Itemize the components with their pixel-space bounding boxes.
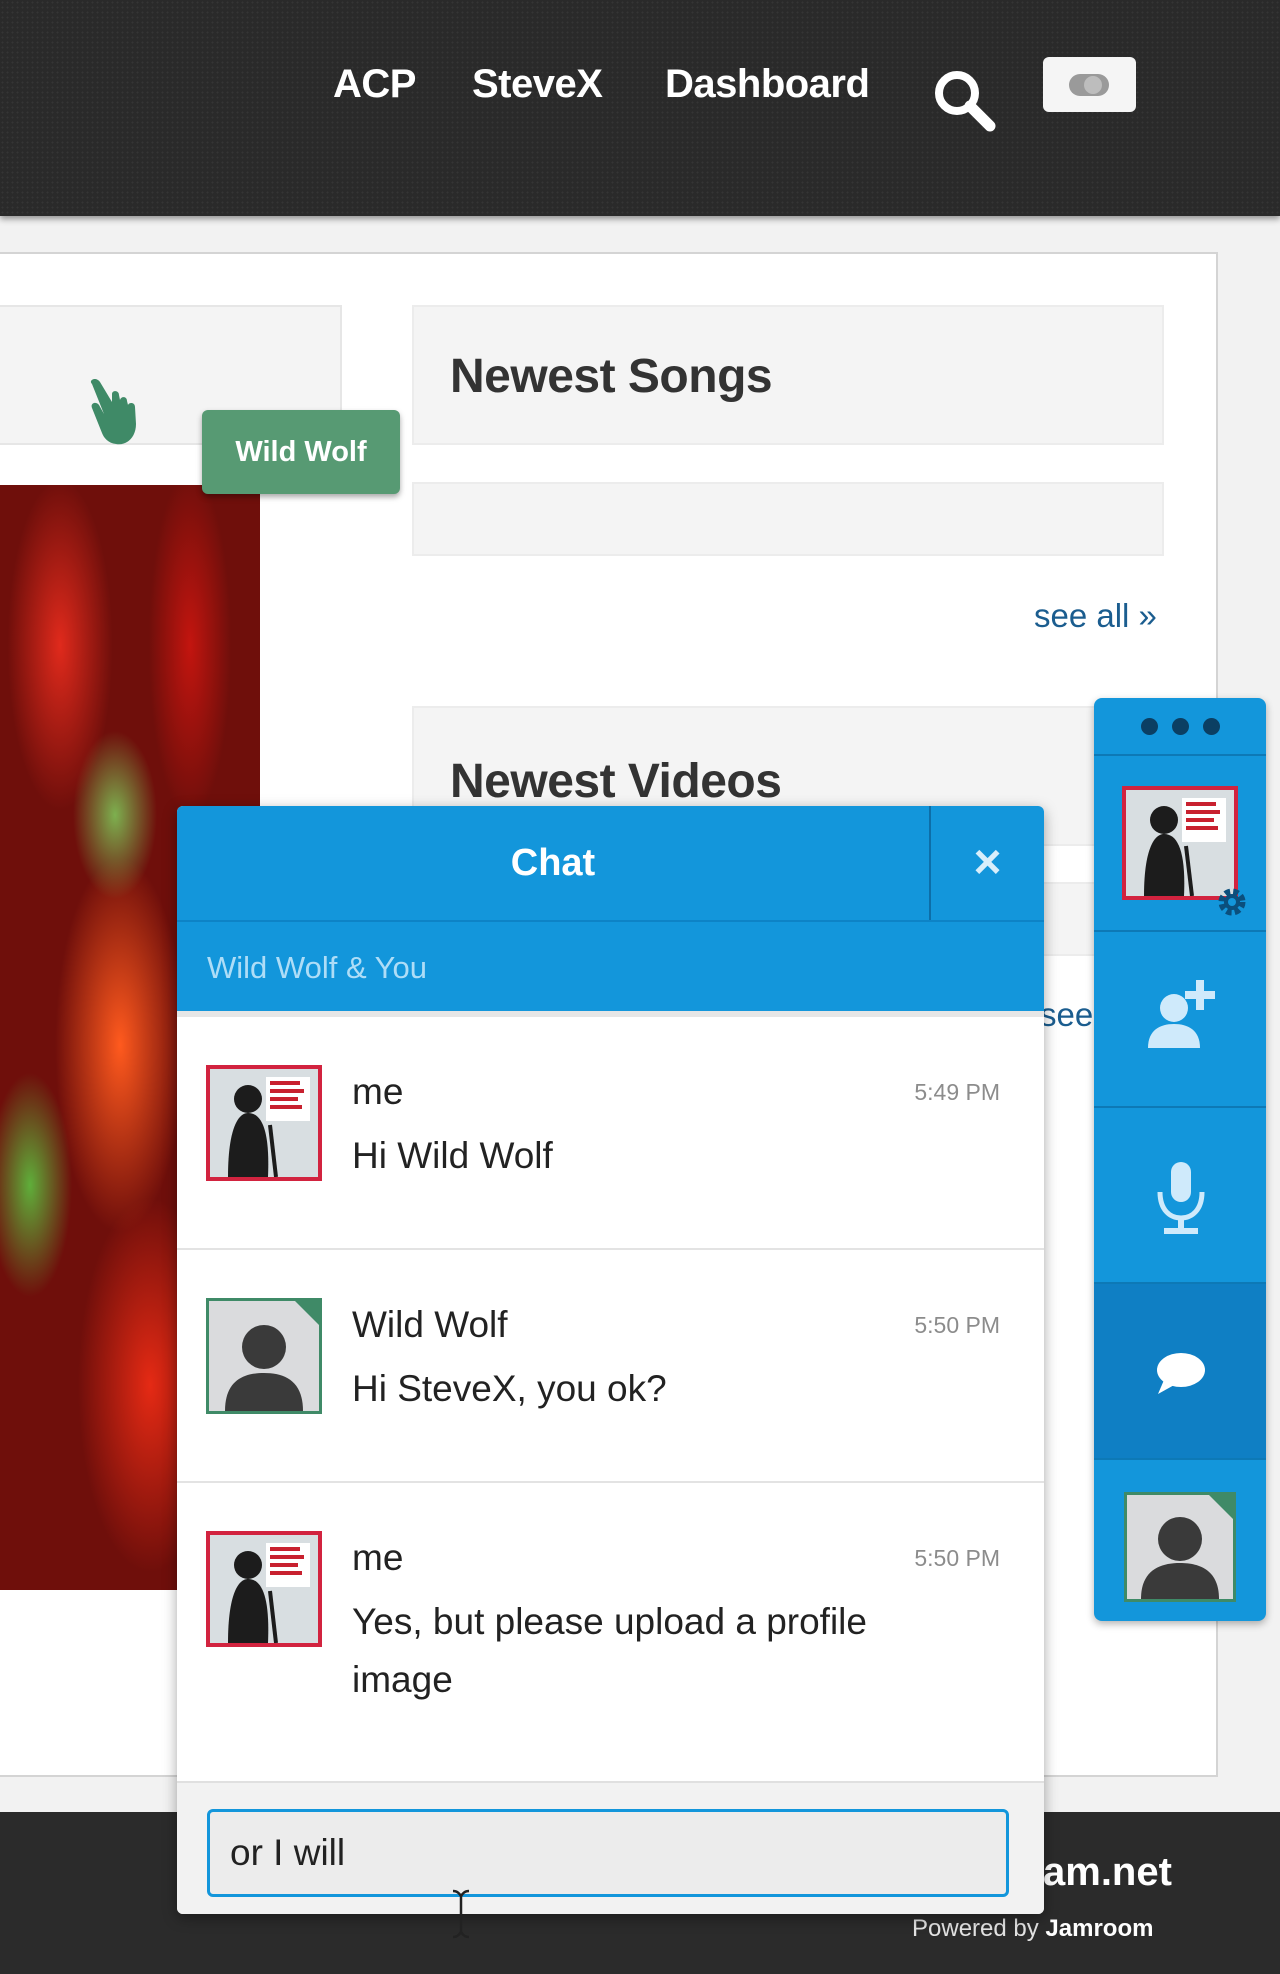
search-icon[interactable]: [930, 66, 1000, 136]
message-sender: me: [352, 1071, 404, 1112]
chat-message: me 5:49 PM Hi Wild Wolf: [177, 1017, 1044, 1250]
chat-message-input[interactable]: [207, 1809, 1009, 1897]
newest-songs-header: Newest Songs: [412, 305, 1164, 445]
microphone-icon[interactable]: [1094, 1108, 1266, 1284]
message-text: Hi Wild Wolf: [352, 1135, 553, 1176]
chat-window: Chat × Wild Wolf & You me 5:49 PM Hi Wil…: [177, 806, 1044, 1914]
newest-songs-list: [412, 482, 1164, 556]
chat-participants: Wild Wolf & You: [177, 920, 1044, 1011]
message-time: 5:50 PM: [914, 1545, 1000, 1571]
chat-header: Chat ×: [177, 806, 1044, 920]
sidebar-contact-wild-wolf[interactable]: [1094, 1460, 1266, 1621]
sidebar-my-profile[interactable]: [1094, 756, 1266, 932]
chat-input-area: [177, 1781, 1044, 1914]
see-all-videos-link[interactable]: see: [1040, 996, 1093, 1034]
newest-songs-title: Newest Songs: [450, 350, 773, 403]
my-avatar[interactable]: [1122, 786, 1238, 900]
gear-icon[interactable]: [1216, 886, 1248, 918]
message-sender: me: [352, 1537, 404, 1578]
chat-sidebar: [1094, 698, 1266, 1621]
wild-wolf-avatar[interactable]: [1124, 1492, 1236, 1602]
footer-site-name[interactable]: am.net: [1043, 1850, 1172, 1895]
close-icon[interactable]: ×: [929, 806, 1044, 920]
wild-wolf-avatar: [206, 1298, 322, 1414]
top-header: ACP SteveX Dashboard: [0, 0, 1280, 216]
message-text: Yes, but please upload a profile image: [352, 1601, 867, 1700]
see-all-songs-link[interactable]: see all »: [1034, 597, 1157, 635]
newest-videos-title: Newest Videos: [450, 755, 782, 808]
toggle-icon[interactable]: [1043, 57, 1136, 112]
message-text: Hi SteveX, you ok?: [352, 1368, 667, 1409]
text-cursor-icon: [449, 1888, 473, 1940]
message-sender: Wild Wolf: [352, 1304, 508, 1345]
message-time: 5:49 PM: [914, 1079, 1000, 1105]
footer-powered-by: Powered by Jamroom: [912, 1915, 1153, 1943]
powered-brand-link[interactable]: Jamroom: [1045, 1915, 1153, 1942]
add-user-icon[interactable]: [1094, 932, 1266, 1108]
chat-message: Wild Wolf 5:50 PM Hi SteveX, you ok?: [177, 1250, 1044, 1483]
nav-acp[interactable]: ACP: [333, 62, 416, 107]
more-icon[interactable]: [1094, 698, 1266, 756]
chat-title: Chat: [510, 842, 596, 884]
nav-dashboard[interactable]: Dashboard: [665, 62, 870, 107]
nav-profile-stevex[interactable]: SteveX: [472, 62, 603, 107]
my-avatar: [206, 1065, 322, 1181]
chat-message: me 5:50 PM Yes, but please upload a prof…: [177, 1483, 1044, 1781]
chat-bubble-icon[interactable]: [1094, 1284, 1266, 1460]
pointer-hand-icon: [86, 378, 144, 448]
hover-tooltip: Wild Wolf: [202, 410, 400, 494]
chat-message-list[interactable]: me 5:49 PM Hi Wild Wolf Wild Wolf 5:50 P…: [177, 1011, 1044, 1781]
my-avatar: [206, 1531, 322, 1647]
message-time: 5:50 PM: [914, 1312, 1000, 1338]
powered-prefix: Powered by: [912, 1915, 1046, 1942]
